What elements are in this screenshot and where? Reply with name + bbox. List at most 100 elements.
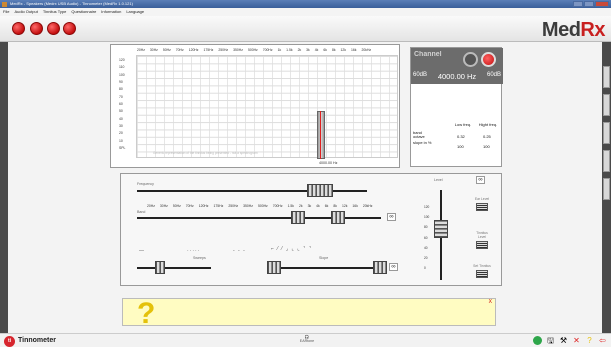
control-freq-tick: 120Hz bbox=[198, 204, 209, 208]
toolbar-red-button-2[interactable] bbox=[30, 22, 43, 35]
slope-track bbox=[267, 267, 387, 269]
spectrum-y-tick: 40 bbox=[119, 116, 123, 121]
band-slider-right-thumb[interactable] bbox=[331, 211, 345, 224]
side-tab-3[interactable] bbox=[603, 122, 610, 144]
spectrum-freq-axis: 20Hz 30Hz 50Hz 70Hz 120Hz 175Hz 250Hz 350Hz 500H… bbox=[137, 48, 376, 52]
level-slider-panel: Level 120 100 80 60 40 20 0 bbox=[424, 176, 452, 284]
channel-mode-label: Channel bbox=[414, 51, 442, 58]
spectrum-freq-tick: 20kHz bbox=[361, 48, 372, 52]
info-header: Channel 60dB 4000.00 Hz 60dB bbox=[411, 48, 503, 84]
stop-button[interactable] bbox=[463, 52, 478, 67]
row-high-value: 100 bbox=[483, 144, 490, 149]
level-tick: 20 bbox=[424, 256, 428, 261]
control-freq-tick: 175Hz bbox=[213, 204, 224, 208]
status-ok-icon[interactable] bbox=[533, 336, 542, 345]
link-icon[interactable]: ∞ bbox=[476, 176, 485, 184]
save-icon[interactable]: 🖫 bbox=[546, 336, 555, 345]
side-tab-4[interactable] bbox=[603, 150, 610, 172]
spectrum-freq-tick: 175Hz bbox=[203, 48, 214, 52]
control-freq-tick: 20kHz bbox=[362, 204, 373, 208]
ear-level-control[interactable]: Ear Level bbox=[472, 197, 492, 212]
tinnitus-level-icon[interactable] bbox=[476, 240, 488, 249]
help-panel: ? X bbox=[122, 297, 496, 330]
spectrum-y-tick: SPL bbox=[119, 146, 126, 151]
spectrum-y-tick: 30 bbox=[119, 124, 123, 129]
control-freq-tick: 50Hz bbox=[172, 204, 181, 208]
settings-icon[interactable]: ⚒ bbox=[559, 336, 568, 345]
band-slider-left-thumb[interactable] bbox=[291, 211, 305, 224]
minimize-button[interactable] bbox=[573, 1, 583, 7]
spectrum-freq-tick: 700Hz bbox=[262, 48, 273, 52]
row-low-value: 0.32 bbox=[457, 134, 465, 139]
menu-tinnitus-type[interactable]: Tinnitus Type bbox=[43, 8, 67, 16]
side-tab-2[interactable] bbox=[603, 94, 610, 116]
menu-audio-output[interactable]: Audio Output bbox=[14, 8, 37, 16]
maximize-button[interactable] bbox=[584, 1, 594, 7]
control-freq-tick: 6k bbox=[324, 204, 329, 208]
set-tinnitus-icon[interactable] bbox=[476, 269, 488, 278]
toolbar-red-button-3[interactable] bbox=[47, 22, 60, 35]
status-icons: 🖫 ⚒ ✕ ? ⇦ bbox=[533, 336, 607, 345]
menu-file[interactable]: File bbox=[3, 8, 9, 16]
set-tinnitus-control[interactable]: Set Tinnitus bbox=[472, 264, 492, 279]
spectrum-center-freq: 4000.00 Hz bbox=[319, 161, 338, 165]
play-button[interactable] bbox=[481, 52, 496, 67]
slope-link-button[interactable]: ∞ bbox=[389, 263, 398, 271]
level-readout: 60dB 4000.00 Hz 60dB bbox=[413, 72, 501, 81]
slope-slider-right-thumb[interactable] bbox=[373, 261, 387, 274]
dotted-shape-icon: ····· bbox=[187, 248, 201, 254]
spectrum-freq-tick: 120Hz bbox=[188, 48, 199, 52]
sweeps-slider-thumb[interactable] bbox=[155, 261, 165, 274]
side-tab-5[interactable] bbox=[603, 178, 610, 200]
brand-logo: MedRx bbox=[541, 19, 606, 41]
close-x-icon[interactable]: ✕ bbox=[572, 336, 581, 345]
spectrum-freq-tick: 2k bbox=[297, 48, 302, 52]
back-icon[interactable]: ⇦ bbox=[598, 336, 607, 345]
level-ticks: 120 100 80 60 40 20 0 bbox=[424, 202, 429, 273]
tinnitus-level-label: Tinnitus Level bbox=[476, 231, 488, 239]
spectrum-y-tick: 120 bbox=[119, 58, 125, 62]
band-table-header: Low freq. Hight freq. bbox=[451, 122, 501, 127]
menu-questionnaire[interactable]: Questionnaire bbox=[71, 8, 96, 16]
level-tick: 80 bbox=[424, 225, 428, 230]
control-freq-tick: 350Hz bbox=[243, 204, 253, 208]
close-window-button[interactable] bbox=[595, 1, 609, 7]
spectrum-y-tick: 10 bbox=[119, 138, 123, 143]
menu-information[interactable]: Information bbox=[101, 8, 121, 16]
spectrum-y-tick: 50 bbox=[119, 109, 123, 114]
control-freq-tick: 4k bbox=[316, 204, 320, 208]
help-question-icon: ? bbox=[137, 297, 156, 330]
spectrum-freq-tick: 1k bbox=[277, 48, 282, 52]
spectrum-grid bbox=[136, 55, 398, 158]
help-close-button[interactable]: X bbox=[489, 299, 492, 305]
level-slider-thumb[interactable] bbox=[434, 220, 448, 238]
help-icon[interactable]: ? bbox=[585, 336, 594, 345]
toolbar-red-button-4[interactable] bbox=[63, 22, 76, 35]
ear-link-control[interactable]: ∞ bbox=[472, 176, 485, 184]
spectrum-freq-tick: 50Hz bbox=[162, 48, 171, 52]
spectrum-y-tick: 70 bbox=[119, 94, 123, 99]
slope-slider-left-thumb[interactable] bbox=[267, 261, 281, 274]
side-tab-1[interactable] bbox=[603, 66, 610, 88]
menu-language[interactable]: Language bbox=[126, 8, 144, 16]
spectrum-y-axis: 120 110 100 90 80 70 60 50 40 30 20 10 SPL bbox=[119, 57, 125, 152]
control-freq-tick: 500Hz bbox=[257, 204, 268, 208]
spectrum-y-tick: 80 bbox=[119, 87, 123, 92]
spectrum-freq-tick: 6k bbox=[323, 48, 327, 52]
control-freq-tick: 8k bbox=[333, 204, 337, 208]
menu-bar: File Audio Output Tinnitus Type Question… bbox=[0, 8, 611, 16]
high-freq-header: Hight freq. bbox=[478, 122, 498, 127]
company-name: Tinnometer bbox=[18, 337, 56, 344]
frequency-slider-thumb[interactable] bbox=[307, 184, 333, 197]
left-level: 60dB bbox=[413, 72, 428, 78]
toolbar-red-button-1[interactable] bbox=[12, 22, 25, 35]
spectrum-y-tick: 100 bbox=[119, 72, 125, 77]
eartone-indicator[interactable]: 🎧 EARtone bbox=[292, 335, 322, 343]
ear-level-icon[interactable] bbox=[476, 202, 488, 211]
toolbar: MedRx bbox=[0, 16, 611, 42]
spectrum-freq-tick: 12k bbox=[340, 48, 347, 52]
control-freq-tick: 700Hz bbox=[272, 204, 283, 208]
band-link-button[interactable]: ∞ bbox=[387, 213, 396, 221]
frequency-readout: 4000.00 Hz bbox=[437, 72, 477, 81]
tinnitus-level-control[interactable]: Tinnitus Level bbox=[472, 231, 492, 250]
